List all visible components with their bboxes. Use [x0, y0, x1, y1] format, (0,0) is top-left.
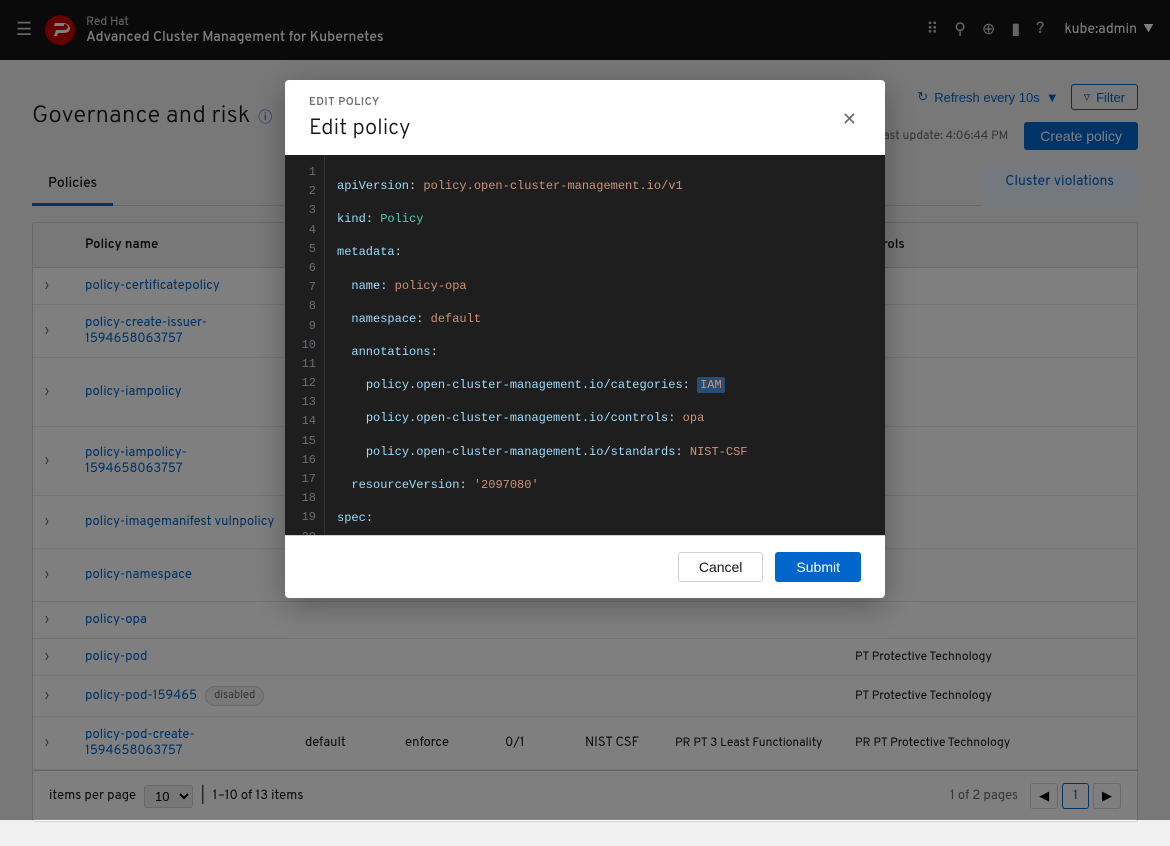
- cancel-button[interactable]: Cancel: [678, 552, 764, 582]
- modal-title: Edit policy: [309, 116, 411, 143]
- modal-title-row: EDIT POLICY Edit policy ✕: [309, 96, 861, 155]
- code-content: apiVersion: policy.open-cluster-manageme…: [325, 155, 885, 535]
- modal-header: EDIT POLICY Edit policy ✕: [285, 80, 885, 155]
- modal-overlay: EDIT POLICY Edit policy ✕ 12345 678910 1…: [0, 0, 1170, 820]
- modal-body: 12345 678910 1112131415 1617181920 2122 …: [285, 155, 885, 535]
- code-editor[interactable]: 12345 678910 1112131415 1617181920 2122 …: [285, 155, 885, 535]
- modal-footer: Cancel Submit: [285, 535, 885, 598]
- modal-close-button[interactable]: ✕: [838, 105, 861, 134]
- line-numbers: 12345 678910 1112131415 1617181920 2122: [285, 155, 325, 535]
- edit-policy-modal: EDIT POLICY Edit policy ✕ 12345 678910 1…: [285, 80, 885, 598]
- submit-button[interactable]: Submit: [775, 552, 861, 582]
- modal-label: EDIT POLICY: [309, 96, 411, 110]
